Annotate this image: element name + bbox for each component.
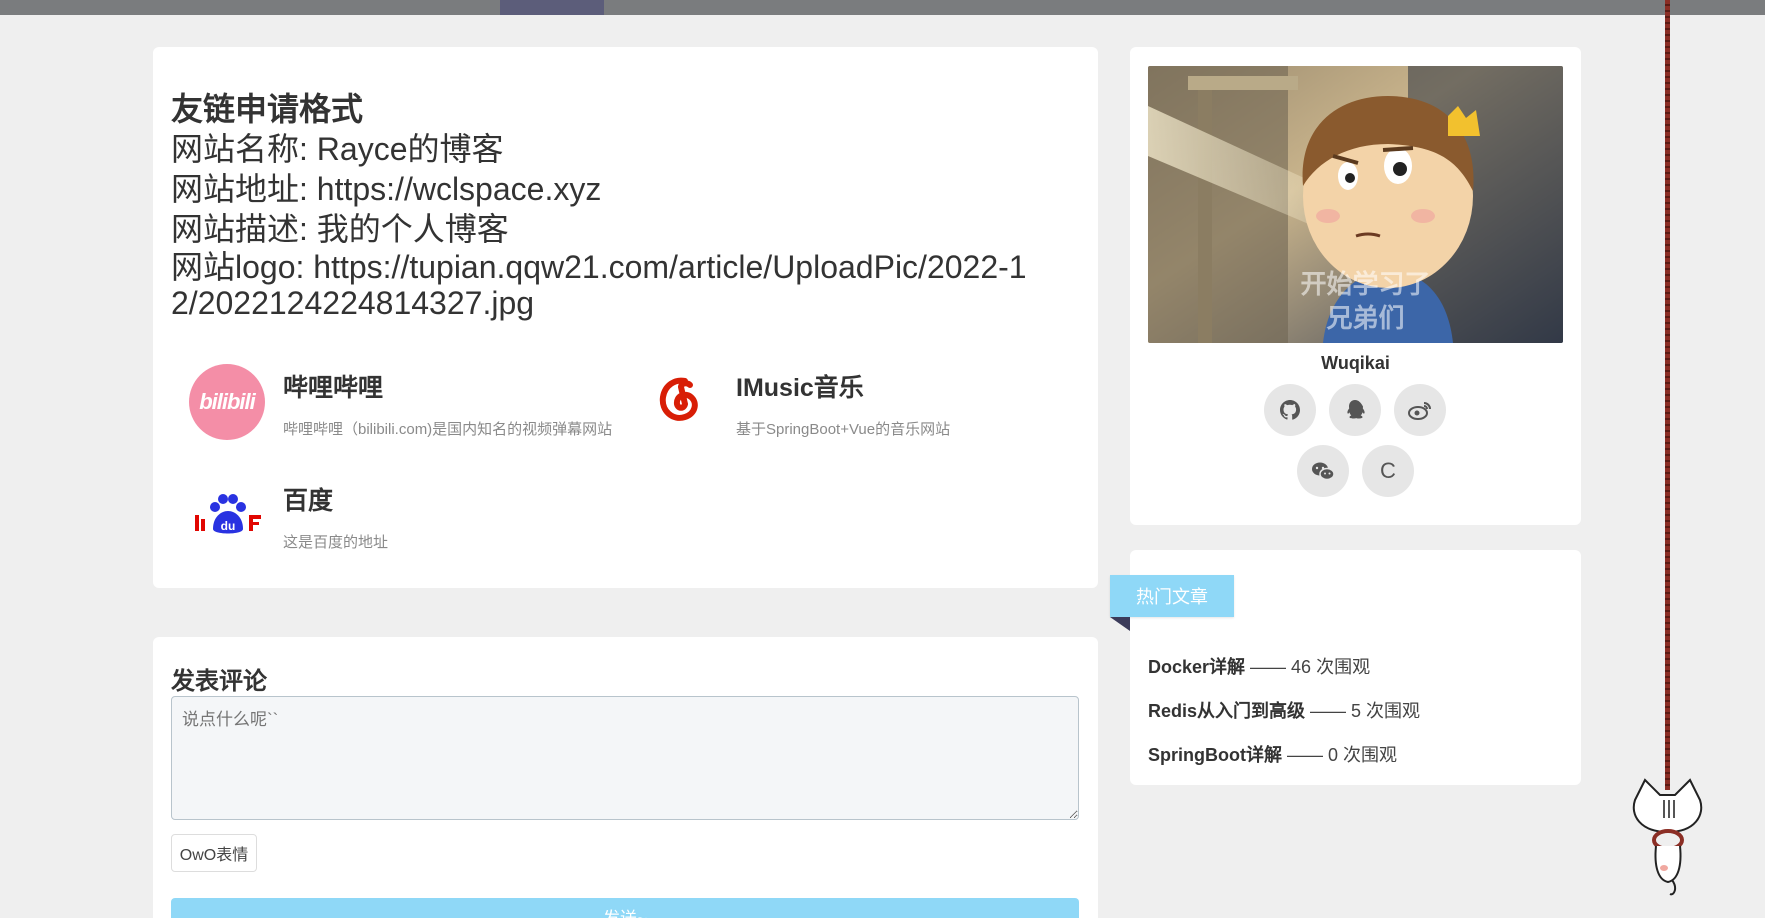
svg-text:du: du: [221, 519, 236, 533]
apply-site-url: 网站地址: https://wclspace.xyz: [171, 171, 602, 207]
apply-site-name: 网站名称: Rayce的博客: [171, 131, 504, 167]
friend-link-baidu[interactable]: du 百度 这是百度的地址: [189, 477, 629, 567]
bilibili-logo-text: bilibili: [199, 389, 256, 414]
friend-links-card: 友链申请格式 网站名称: Rayce的博客 网站地址: https://wcls…: [153, 47, 1098, 588]
apply-site-logo: 网站logo: https://tupian.qqw21.com/article…: [171, 249, 1027, 321]
apply-format: 友链申请格式 网站名称: Rayce的博客 网站地址: https://wcls…: [171, 89, 1051, 321]
profile-card: 开始学习了兄弟们 Wuqikai C: [1130, 47, 1581, 525]
hot-article-item[interactable]: SpringBoot详解 —— 0 次围观: [1148, 733, 1420, 777]
apply-title: 友链申请格式: [171, 91, 364, 127]
back-to-top-rope: [1665, 0, 1670, 790]
csdn-icon-label: C: [1380, 458, 1396, 483]
friend-name[interactable]: 哔哩哔哩: [283, 368, 383, 404]
hot-article-title[interactable]: Redis从入门到高级: [1148, 701, 1305, 721]
hot-article-item[interactable]: Redis从入门到高级 —— 5 次围观: [1148, 689, 1420, 733]
comment-input[interactable]: [171, 696, 1079, 820]
friend-name[interactable]: IMusic音乐: [736, 368, 864, 404]
send-comment-button[interactable]: 发送~: [171, 898, 1079, 918]
top-nav-bar: [0, 0, 1765, 15]
csdn-icon[interactable]: C: [1362, 445, 1414, 497]
profile-banner-image: 开始学习了兄弟们: [1148, 66, 1563, 343]
baidu-logo-icon: du: [189, 477, 265, 553]
bilibili-logo-icon: bilibili: [189, 364, 265, 440]
qq-icon[interactable]: [1329, 384, 1381, 436]
friend-name[interactable]: 百度: [283, 481, 333, 517]
hot-article-title[interactable]: SpringBoot详解: [1148, 745, 1282, 765]
hot-article-item[interactable]: Docker详解 —— 46 次围观: [1148, 645, 1420, 689]
ribbon-fold: [1110, 617, 1130, 631]
profile-name: Wuqikai: [1321, 353, 1390, 373]
hot-article-views: —— 5 次围观: [1310, 701, 1421, 721]
hot-articles-list: Docker详解 —— 46 次围观 Redis从入门到高级 —— 5 次围观 …: [1148, 645, 1420, 777]
hot-article-title[interactable]: Docker详解: [1148, 657, 1245, 677]
hot-article-views: —— 46 次围观: [1250, 657, 1371, 677]
friend-desc: 这是百度的地址: [283, 534, 389, 551]
hot-article-views: —— 0 次围观: [1287, 745, 1398, 765]
comment-title: 发表评论: [171, 668, 267, 695]
comment-card: 发表评论 OwO表情 发送~: [153, 637, 1098, 918]
owo-emoji-button[interactable]: OwO表情: [171, 834, 257, 872]
netease-music-logo-icon: [642, 364, 718, 440]
wechat-icon[interactable]: [1297, 445, 1349, 497]
profile-image-caption: 开始学习了兄弟们: [1300, 269, 1431, 333]
hot-articles-card: 热门文章 Docker详解 —— 46 次围观 Redis从入门到高级 —— 5…: [1110, 550, 1581, 785]
hot-articles-ribbon: 热门文章: [1110, 575, 1234, 617]
top-nav-active-indicator[interactable]: [500, 0, 604, 15]
apply-site-desc: 网站描述: 我的个人博客: [171, 211, 509, 247]
friend-link-imusic[interactable]: IMusic音乐 基于SpringBoot+Vue的音乐网站: [642, 364, 1082, 454]
back-to-top-cat-icon[interactable]: [1620, 770, 1715, 900]
friend-desc: 哔哩哔哩（bilibili.com)是国内知名的视频弹幕网站: [283, 421, 613, 438]
friend-desc: 基于SpringBoot+Vue的音乐网站: [736, 421, 951, 438]
friend-link-bilibili[interactable]: bilibili 哔哩哔哩 哔哩哔哩（bilibili.com)是国内知名的视频…: [189, 364, 629, 454]
github-icon[interactable]: [1264, 384, 1316, 436]
weibo-icon[interactable]: [1394, 384, 1446, 436]
